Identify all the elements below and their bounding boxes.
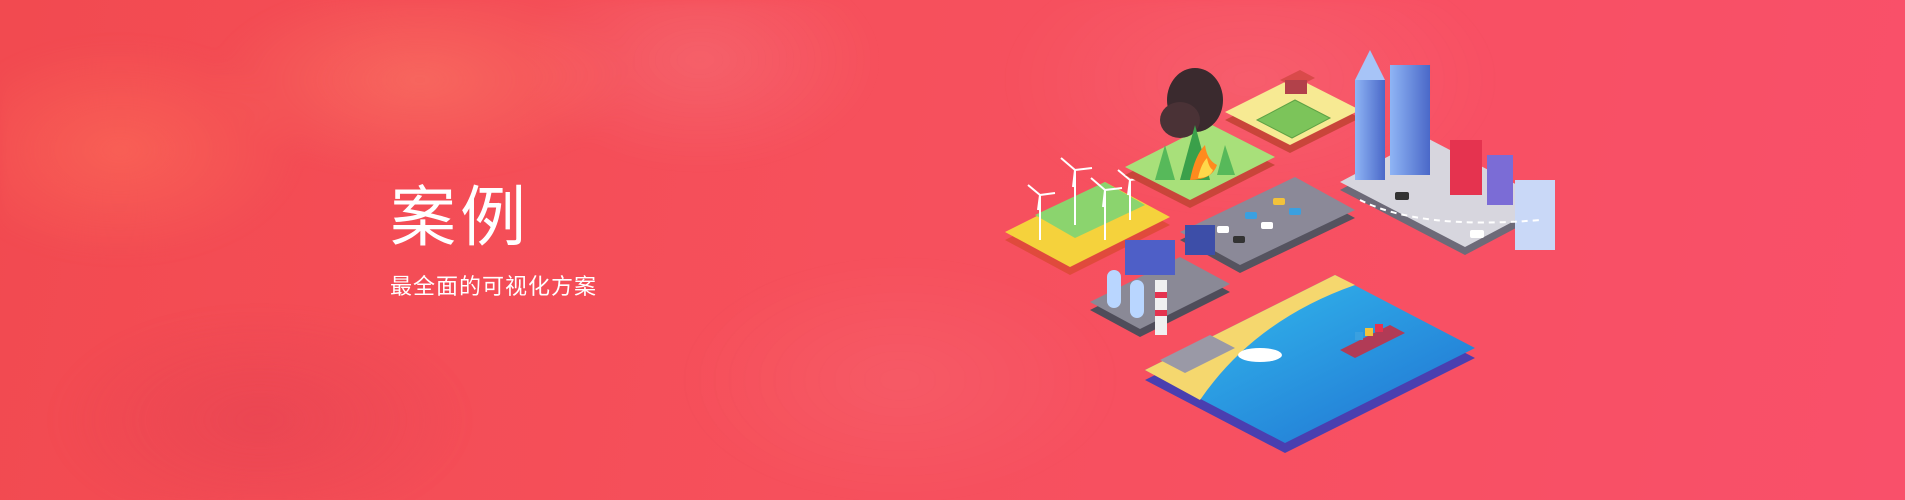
- hero-text-block: 案例 最全面的可视化方案: [390, 185, 597, 301]
- forest-fire-tile: [1125, 68, 1275, 208]
- hero-banner: 案例 最全面的可视化方案: [0, 0, 1905, 500]
- downtown-tile: [1340, 50, 1555, 255]
- farm-tile: [1225, 70, 1360, 153]
- page-subtitle: 最全面的可视化方案: [390, 275, 598, 300]
- page-title: 案例: [390, 179, 530, 256]
- isometric-city-illustration: [1005, 50, 1555, 453]
